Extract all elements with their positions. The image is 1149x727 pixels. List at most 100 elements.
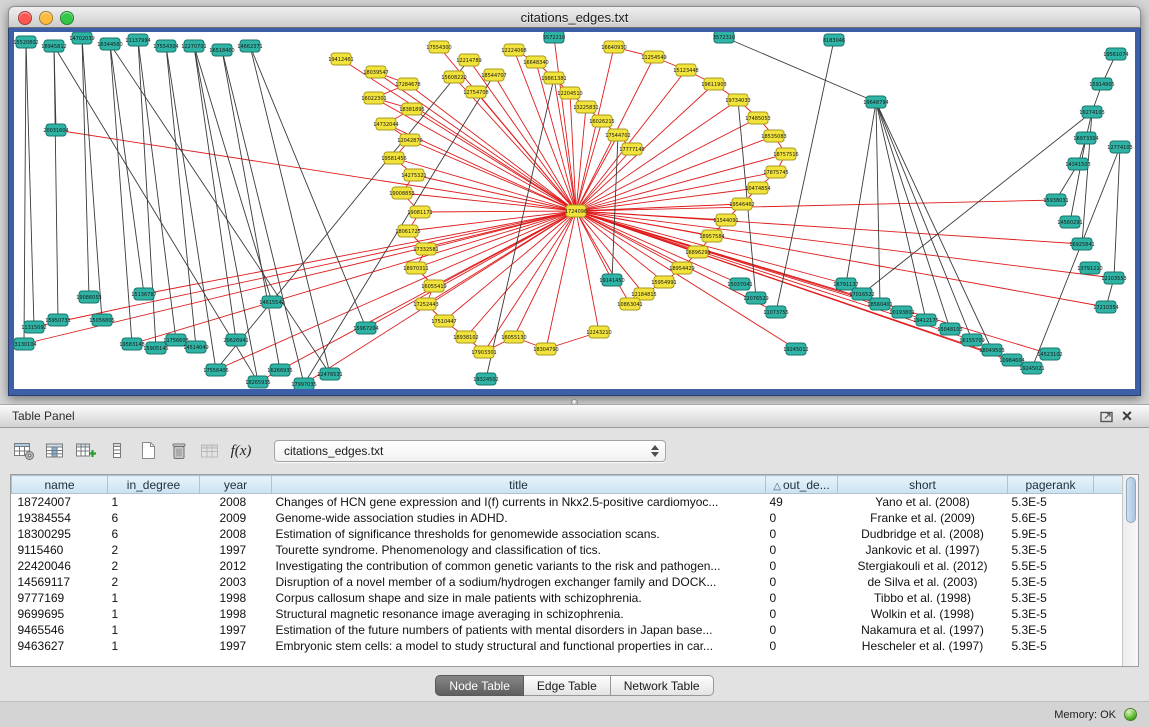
table-cell[interactable]: 1998	[200, 590, 272, 606]
minimize-window-button[interactable]	[39, 11, 53, 25]
table-cell[interactable]: 1998	[200, 606, 272, 622]
table-cell[interactable]: 1997	[200, 622, 272, 638]
table-cell[interactable]: 2	[108, 542, 200, 558]
column-header-year[interactable]: year	[200, 476, 272, 494]
column-header-in_degree[interactable]: in_degree	[108, 476, 200, 494]
table-row[interactable]: 1830029562008Estimation of significance …	[12, 526, 1124, 542]
table-selector-dropdown[interactable]: citations_edges.txt	[274, 440, 666, 462]
window-titlebar[interactable]: citations_edges.txt	[8, 6, 1141, 28]
table-cell[interactable]: 5.5E-5	[1008, 558, 1094, 574]
table-cell[interactable]: 18300295	[12, 526, 108, 542]
table-cell[interactable]: de Silva et al. (2003)	[838, 574, 1008, 590]
column-header-short[interactable]: short	[838, 476, 1008, 494]
import-table-button[interactable]	[196, 438, 224, 464]
table-cell[interactable]: 5.3E-5	[1008, 638, 1094, 654]
table-cell[interactable]: 2	[108, 574, 200, 590]
table-cell[interactable]: 0	[766, 558, 838, 574]
table-cell[interactable]: 2003	[200, 574, 272, 590]
delete-table-button[interactable]	[165, 438, 193, 464]
table-cell[interactable]: 1997	[200, 542, 272, 558]
close-panel-button[interactable]: ×	[1117, 406, 1137, 426]
table-row[interactable]: 969969511998Structural magnetic resonanc…	[12, 606, 1124, 622]
table-cell[interactable]: 2	[108, 558, 200, 574]
table-cell[interactable]: 6	[108, 526, 200, 542]
table-row[interactable]: 2242004622012Investigating the contribut…	[12, 558, 1124, 574]
table-cell[interactable]: 0	[766, 590, 838, 606]
table-cell[interactable]: 5.9E-5	[1008, 526, 1094, 542]
table-row[interactable]: 1456911722003Disruption of a novel membe…	[12, 574, 1124, 590]
table-mode-button[interactable]	[10, 438, 38, 464]
table-cell[interactable]: 1	[108, 606, 200, 622]
network-graph[interactable]: 1724096180395471728467816022301183818951…	[14, 32, 1135, 389]
table-cell[interactable]: Structural magnetic resonance image aver…	[272, 606, 766, 622]
show-columns-button[interactable]	[41, 438, 69, 464]
table-row[interactable]: 1872400712008Changes of HCN gene express…	[12, 494, 1124, 510]
table-cell[interactable]: 0	[766, 606, 838, 622]
table-cell[interactable]: 1997	[200, 638, 272, 654]
table-cell[interactable]: Dudbridge et al. (2008)	[838, 526, 1008, 542]
table-cell[interactable]: Yano et al. (2008)	[838, 494, 1008, 510]
tab-network-table[interactable]: Network Table	[611, 675, 714, 696]
table-cell[interactable]: Jankovic et al. (1997)	[838, 542, 1008, 558]
table-cell[interactable]: Investigating the contribution of common…	[272, 558, 766, 574]
table-cell[interactable]: 6	[108, 510, 200, 526]
new-table-button[interactable]	[134, 438, 162, 464]
column-header-name[interactable]: name	[12, 476, 108, 494]
rename-column-button[interactable]	[103, 438, 131, 464]
table-cell[interactable]: 9777169	[12, 590, 108, 606]
vertical-scrollbar[interactable]	[1122, 475, 1138, 666]
table-cell[interactable]: 9699695	[12, 606, 108, 622]
table-row[interactable]: 946362711997Embryonic stem cells: a mode…	[12, 638, 1124, 654]
create-column-button[interactable]	[72, 438, 100, 464]
memory-indicator-icon[interactable]	[1124, 708, 1137, 721]
table-cell[interactable]: 5.3E-5	[1008, 590, 1094, 606]
table-cell[interactable]: 0	[766, 574, 838, 590]
table-cell[interactable]: 1	[108, 590, 200, 606]
table-cell[interactable]: 0	[766, 526, 838, 542]
table-cell[interactable]: 1	[108, 622, 200, 638]
table-cell[interactable]: 9465546	[12, 622, 108, 638]
table-cell[interactable]: 5.6E-5	[1008, 510, 1094, 526]
table-cell[interactable]: Changes of HCN gene expression and I(f) …	[272, 494, 766, 510]
table-cell[interactable]: 5.3E-5	[1008, 622, 1094, 638]
tab-node-table[interactable]: Node Table	[435, 675, 524, 696]
table-cell[interactable]: Genome-wide association studies in ADHD.	[272, 510, 766, 526]
table-cell[interactable]: 19384554	[12, 510, 108, 526]
table-cell[interactable]: Stergiakouli et al. (2012)	[838, 558, 1008, 574]
table-cell[interactable]: 1	[108, 638, 200, 654]
tab-edge-table[interactable]: Edge Table	[524, 675, 611, 696]
zoom-window-button[interactable]	[60, 11, 74, 25]
table-cell[interactable]: 5.3E-5	[1008, 574, 1094, 590]
table-row[interactable]: 911546021997Tourette syndrome. Phenomeno…	[12, 542, 1124, 558]
network-canvas[interactable]: 1724096180395471728467816022301183818951…	[14, 32, 1135, 389]
close-window-button[interactable]	[18, 11, 32, 25]
table-row[interactable]: 946554611997Estimation of the future num…	[12, 622, 1124, 638]
table-cell[interactable]: Corpus callosum shape and size in male p…	[272, 590, 766, 606]
table-cell[interactable]: Estimation of the future numbers of pati…	[272, 622, 766, 638]
table-row[interactable]: 1938455462009Genome-wide association stu…	[12, 510, 1124, 526]
table-cell[interactable]: Estimation of significance thresholds fo…	[272, 526, 766, 542]
table-cell[interactable]: Disruption of a novel member of a sodium…	[272, 574, 766, 590]
table-cell[interactable]: 49	[766, 494, 838, 510]
table-cell[interactable]: 14569117	[12, 574, 108, 590]
table-cell[interactable]: Embryonic stem cells: a model to study s…	[272, 638, 766, 654]
table-cell[interactable]: 2008	[200, 526, 272, 542]
table-cell[interactable]: Hescheler et al. (1997)	[838, 638, 1008, 654]
table-cell[interactable]: 5.3E-5	[1008, 606, 1094, 622]
scrollbar-thumb[interactable]	[1126, 477, 1136, 523]
column-header-pagerank[interactable]: pagerank	[1008, 476, 1094, 494]
table-cell[interactable]: 22420046	[12, 558, 108, 574]
table-row[interactable]: 977716911998Corpus callosum shape and si…	[12, 590, 1124, 606]
function-builder-button[interactable]: f(x)	[227, 438, 255, 464]
table-cell[interactable]: 2012	[200, 558, 272, 574]
column-header-title[interactable]: title	[272, 476, 766, 494]
table-cell[interactable]: 0	[766, 510, 838, 526]
table-cell[interactable]: 9115460	[12, 542, 108, 558]
table-cell[interactable]: 2009	[200, 510, 272, 526]
table-cell[interactable]: 0	[766, 542, 838, 558]
column-header-out_de[interactable]: △out_de...	[766, 476, 838, 494]
table-cell[interactable]: 0	[766, 622, 838, 638]
table-cell[interactable]: 9463627	[12, 638, 108, 654]
table-cell[interactable]: 1	[108, 494, 200, 510]
table-cell[interactable]: Tourette syndrome. Phenomenology and cla…	[272, 542, 766, 558]
